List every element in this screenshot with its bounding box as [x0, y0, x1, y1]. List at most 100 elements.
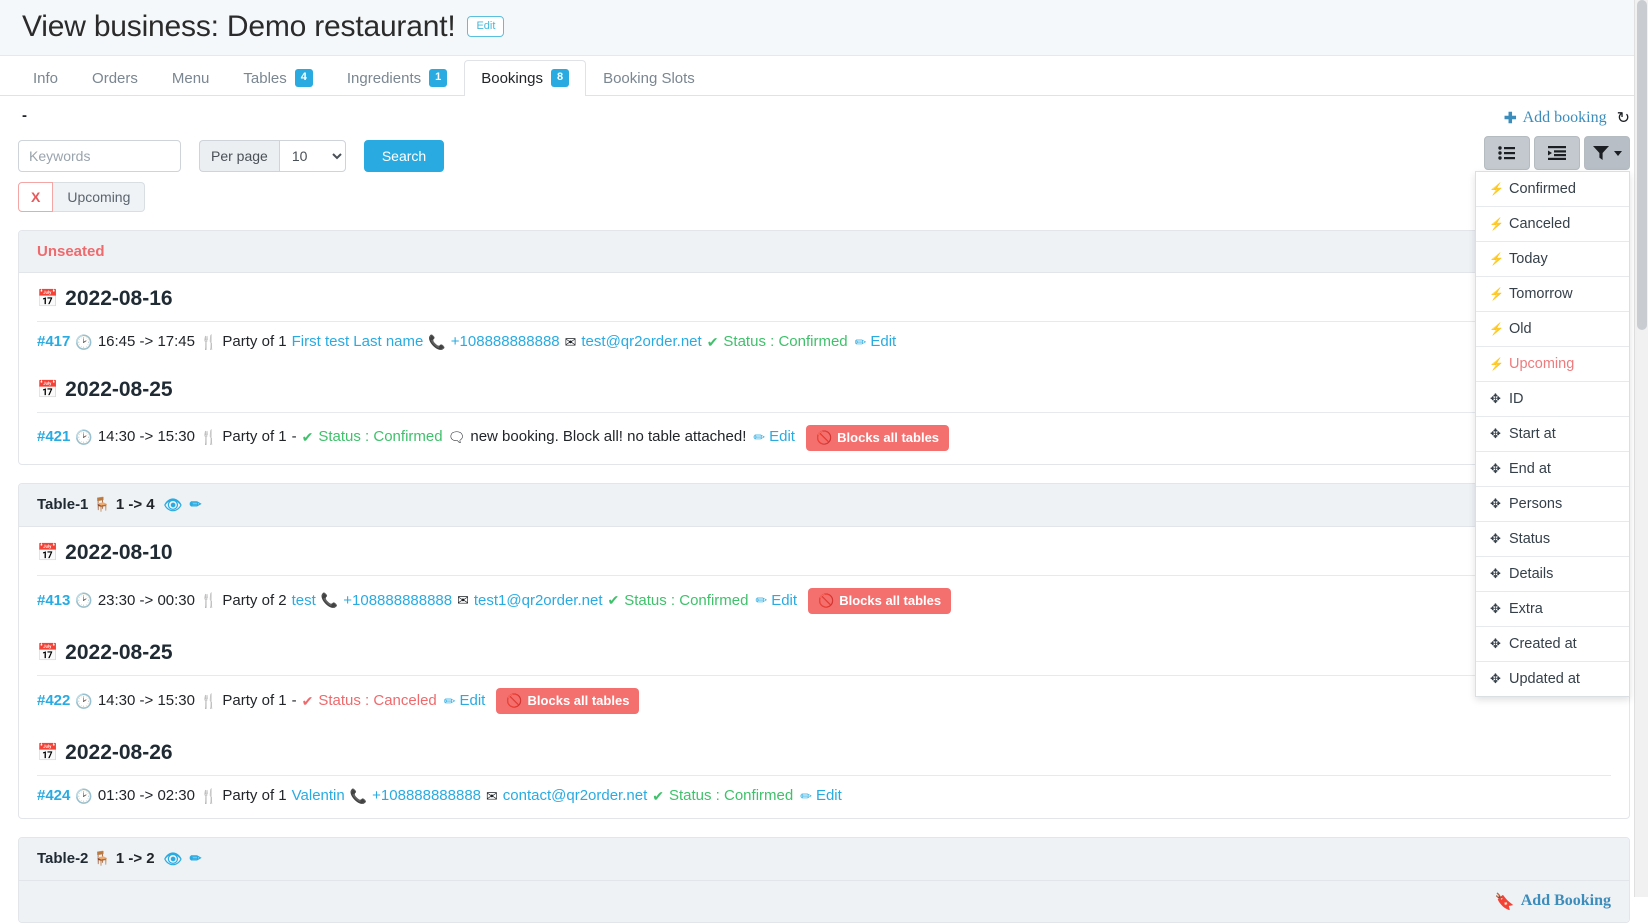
add-booking-footer-link[interactable]: 🔖 Add Booking	[1495, 892, 1611, 911]
booking-group-panel: Unseated 📅 2022-08-16 #417 🕑 16:45 -> 17:45 🍴 P…	[18, 230, 1630, 465]
group-title: Unseated	[37, 243, 105, 260]
booking-phone[interactable]: +108888888888	[372, 788, 481, 805]
filter-option-id[interactable]: ✥ ID	[1476, 382, 1629, 417]
list-view-button[interactable]	[1484, 136, 1530, 170]
booking-customer[interactable]: First test Last name	[292, 333, 424, 351]
page-scrollbar[interactable]	[1634, 0, 1648, 897]
collapse-toggle[interactable]: -	[18, 108, 27, 123]
booking-customer[interactable]: test	[292, 592, 316, 610]
calendar-icon: 📅	[37, 643, 59, 663]
filter-dropdown-menu: ⚡ Confirmed ⚡ Canceled ⚡ Today ⚡ Tomorrow ⚡ Old ⚡ U…	[1475, 171, 1630, 697]
booking-email[interactable]: contact@qr2order.net	[503, 788, 647, 805]
scrollbar-thumb[interactable]	[1637, 0, 1647, 330]
filter-option-persons[interactable]: ✥ Persons	[1476, 487, 1629, 522]
date-header: 📅 2022-08-25	[37, 627, 1611, 677]
filter-option-confirmed[interactable]: ⚡ Confirmed	[1476, 172, 1629, 207]
ban-icon: 🚫	[818, 592, 835, 608]
calendar-icon: 📅	[37, 379, 59, 399]
filter-option-old[interactable]: ⚡ Old	[1476, 312, 1629, 347]
content-area: - ✚ Add booking ↻ Per page 102550100 Sea…	[0, 96, 1648, 923]
booking-time: 14:30 -> 15:30	[97, 691, 195, 709]
filter-option-label: Extra	[1509, 601, 1543, 617]
clock-icon: 🕑	[75, 333, 93, 350]
booking-row: #417 🕑 16:45 -> 17:45 🍴 Party of 1 First test…	[37, 322, 1611, 364]
booking-id-link[interactable]: #421	[37, 429, 70, 446]
edit-booking-link[interactable]: ✏ Edit	[853, 333, 897, 351]
booking-email[interactable]: test1@qr2order.net	[474, 592, 603, 610]
filter-button[interactable]	[1584, 136, 1630, 170]
date-header: 📅 2022-08-26	[37, 727, 1611, 777]
envelope-icon: ✉	[486, 787, 498, 804]
date-label: 2022-08-25	[65, 641, 173, 665]
booking-phone[interactable]: +108888888888	[343, 592, 452, 610]
booking-party: Party of 1	[222, 428, 287, 446]
filter-option-tomorrow[interactable]: ⚡ Tomorrow	[1476, 277, 1629, 312]
filter-option-created-at[interactable]: ✥ Created at	[1476, 627, 1629, 662]
pencil-icon: ✏	[854, 333, 867, 350]
check-double-canceled-icon: ✔	[301, 692, 314, 709]
filter-option-today[interactable]: ⚡ Today	[1476, 242, 1629, 277]
pencil-icon: ✏	[800, 787, 812, 804]
calendar-icon: 📅	[37, 289, 59, 308]
clock-icon: 🕑	[75, 692, 93, 709]
edit-booking-link[interactable]: ✏ Edit	[442, 692, 486, 710]
pencil-icon[interactable]: ✏	[190, 850, 202, 867]
tab-ingredients[interactable]: Ingredients 1	[330, 60, 464, 96]
blocks-all-tables-badge[interactable]: 🚫 Blocks all tables	[808, 587, 952, 615]
booking-id-link[interactable]: #424	[37, 788, 70, 805]
blocks-all-tables-badge[interactable]: 🚫 Blocks all tables	[805, 424, 950, 451]
refresh-icon[interactable]: ↻	[1617, 108, 1630, 128]
filter-option-details[interactable]: ✥ Details	[1476, 557, 1629, 592]
remove-filter-button[interactable]: X	[18, 182, 54, 212]
eye-icon[interactable]: 👁	[164, 850, 183, 868]
edit-booking-link[interactable]: ✏ Edit	[798, 788, 842, 805]
search-input[interactable]	[18, 140, 181, 172]
booking-note: new booking. Block all! no table attache…	[470, 428, 747, 446]
edit-booking-link[interactable]: ✏ Edit	[753, 592, 797, 610]
booking-id-link[interactable]: #413	[37, 592, 70, 610]
tab-badge: 8	[550, 69, 570, 87]
filter-option-upcoming[interactable]: ⚡ Upcoming	[1476, 347, 1629, 382]
booking-id-link[interactable]: #422	[37, 692, 70, 710]
filter-option-start-at[interactable]: ✥ Start at	[1476, 417, 1629, 452]
per-page-select[interactable]: 102550100	[278, 140, 346, 172]
booking-email[interactable]: test@qr2order.net	[581, 333, 701, 351]
compact-view-button[interactable]	[1534, 136, 1580, 170]
filter-option-label: Status	[1509, 531, 1551, 547]
search-button[interactable]: Search	[363, 140, 445, 172]
active-filter-label[interactable]: Upcoming	[53, 182, 146, 212]
filter-option-status[interactable]: ✥ Status	[1476, 522, 1629, 557]
filter-option-extra[interactable]: ✥ Extra	[1476, 592, 1629, 627]
edit-booking-link[interactable]: ✏ Edit	[751, 429, 795, 446]
pencil-icon[interactable]: ✏	[190, 496, 202, 513]
tab-bookings[interactable]: Bookings 8	[464, 60, 587, 96]
bolt-icon: ⚡	[1489, 217, 1504, 231]
eye-icon[interactable]: 👁	[164, 496, 183, 514]
booking-party: Party of 1	[222, 333, 287, 350]
calendar-icon: 📅	[37, 743, 59, 763]
add-booking-link[interactable]: ✚ Add booking	[1504, 109, 1607, 127]
edit-business-button[interactable]: Edit	[467, 15, 505, 38]
tab-orders[interactable]: Orders	[75, 61, 155, 96]
filter-option-updated-at[interactable]: ✥ Updated at	[1476, 662, 1629, 696]
filter-option-label: End at	[1509, 461, 1551, 477]
blocks-all-tables-label: Blocks all tables	[527, 693, 630, 709]
tab-info[interactable]: Info	[16, 61, 75, 96]
tab-menu[interactable]: Menu	[155, 61, 227, 96]
filter-option-end-at[interactable]: ✥ End at	[1476, 452, 1629, 487]
date-header: 📅 2022-08-25	[37, 364, 1611, 413]
group-footer: 🔖 Add Booking	[19, 880, 1629, 922]
filter-option-canceled[interactable]: ⚡ Canceled	[1476, 207, 1629, 242]
blocks-all-tables-badge[interactable]: 🚫 Blocks all tables	[496, 688, 640, 715]
add-booking-footer-label: Add Booking	[1520, 892, 1611, 910]
filter-option-label: Confirmed	[1509, 181, 1576, 197]
booking-id-link[interactable]: #417	[37, 333, 70, 351]
tab-tables[interactable]: Tables 4	[226, 60, 329, 96]
booking-phone[interactable]: +108888888888	[451, 333, 560, 351]
booking-customer[interactable]: Valentin	[292, 788, 345, 805]
booking-status: Status : Confirmed	[624, 591, 749, 609]
tab-label: Orders	[92, 70, 138, 87]
table-capacity: 1 -> 4	[115, 496, 155, 514]
tab-booking-slots[interactable]: Booking Slots	[586, 61, 712, 96]
tab-label: Bookings	[481, 69, 543, 87]
